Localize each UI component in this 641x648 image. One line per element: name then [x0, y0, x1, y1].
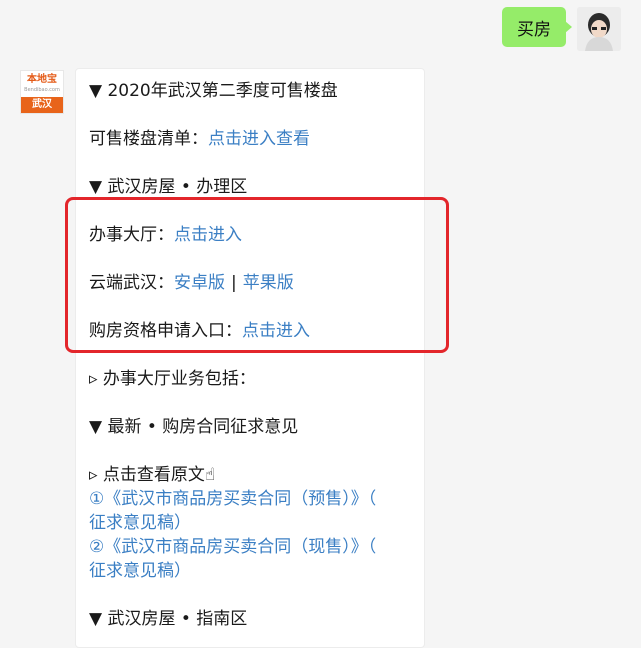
contract-spot-link-line2[interactable]: 征求意见稿）	[89, 559, 191, 583]
purchase-qualification-link[interactable]: 点击进入	[242, 321, 310, 341]
office-hall-line: 办事大厅：点击进入	[89, 223, 242, 247]
user-avatar[interactable]	[577, 7, 621, 51]
office-business-line: ▹ 办事大厅业务包括：	[89, 369, 256, 389]
incoming-message-bubble: ▼ 2020年武汉第二季度可售楼盘 可售楼盘清单：点击进入查看 ▼ 武汉房屋 •…	[75, 68, 425, 648]
cloud-wuhan-separator: |	[231, 273, 237, 293]
purchase-qualification-line: 购房资格申请入口：点击进入	[89, 319, 310, 343]
cloud-wuhan-apple-link[interactable]: 苹果版	[243, 273, 294, 293]
contract-presale-link-line1[interactable]: ①《武汉市商品房买卖合同（预售）》（	[89, 487, 376, 511]
user-avatar-image	[577, 7, 621, 51]
cloud-wuhan-line: 云端武汉：安卓版 | 苹果版	[89, 271, 294, 295]
project-list-line: 可售楼盘清单：点击进入查看	[89, 127, 310, 151]
purchase-qualification-label: 购房资格申请入口：	[89, 321, 242, 341]
section-title-contract: ▼ 最新 • 购房合同征求意见	[89, 417, 299, 437]
chat-window: 买房 本地宝 Bendibao.com 武汉 ▼ 2020年武汉第二季度可售楼盘…	[0, 0, 641, 648]
office-hall-link[interactable]: 点击进入	[174, 225, 242, 245]
outgoing-message-text: 买房	[517, 19, 551, 40]
section-title-guide: ▼ 武汉房屋 • 指南区	[89, 609, 248, 629]
cloud-wuhan-label: 云端武汉：	[89, 273, 174, 293]
logo-text: 本地宝	[27, 74, 57, 85]
section-title-available-projects: ▼ 2020年武汉第二季度可售楼盘	[89, 81, 338, 101]
section-title-handling: ▼ 武汉房屋 • 办理区	[89, 177, 248, 197]
project-list-link[interactable]: 点击进入查看	[208, 129, 310, 149]
view-original-line: ▹ 点击查看原文☝	[89, 465, 216, 485]
outgoing-message-bubble[interactable]: 买房	[502, 7, 572, 47]
cloud-wuhan-android-link[interactable]: 安卓版	[174, 273, 225, 293]
contract-spot-link-line1[interactable]: ②《武汉市商品房买卖合同（现售）》（	[89, 535, 376, 559]
logo-domain: Bendibao.com	[24, 87, 60, 93]
logo-city: 武汉	[21, 97, 63, 113]
office-hall-label: 办事大厅：	[89, 225, 174, 245]
contract-presale-link-line2[interactable]: 征求意见稿）	[89, 511, 191, 535]
project-list-label: 可售楼盘清单：	[89, 129, 208, 149]
official-account-avatar[interactable]: 本地宝 Bendibao.com 武汉	[20, 70, 64, 114]
